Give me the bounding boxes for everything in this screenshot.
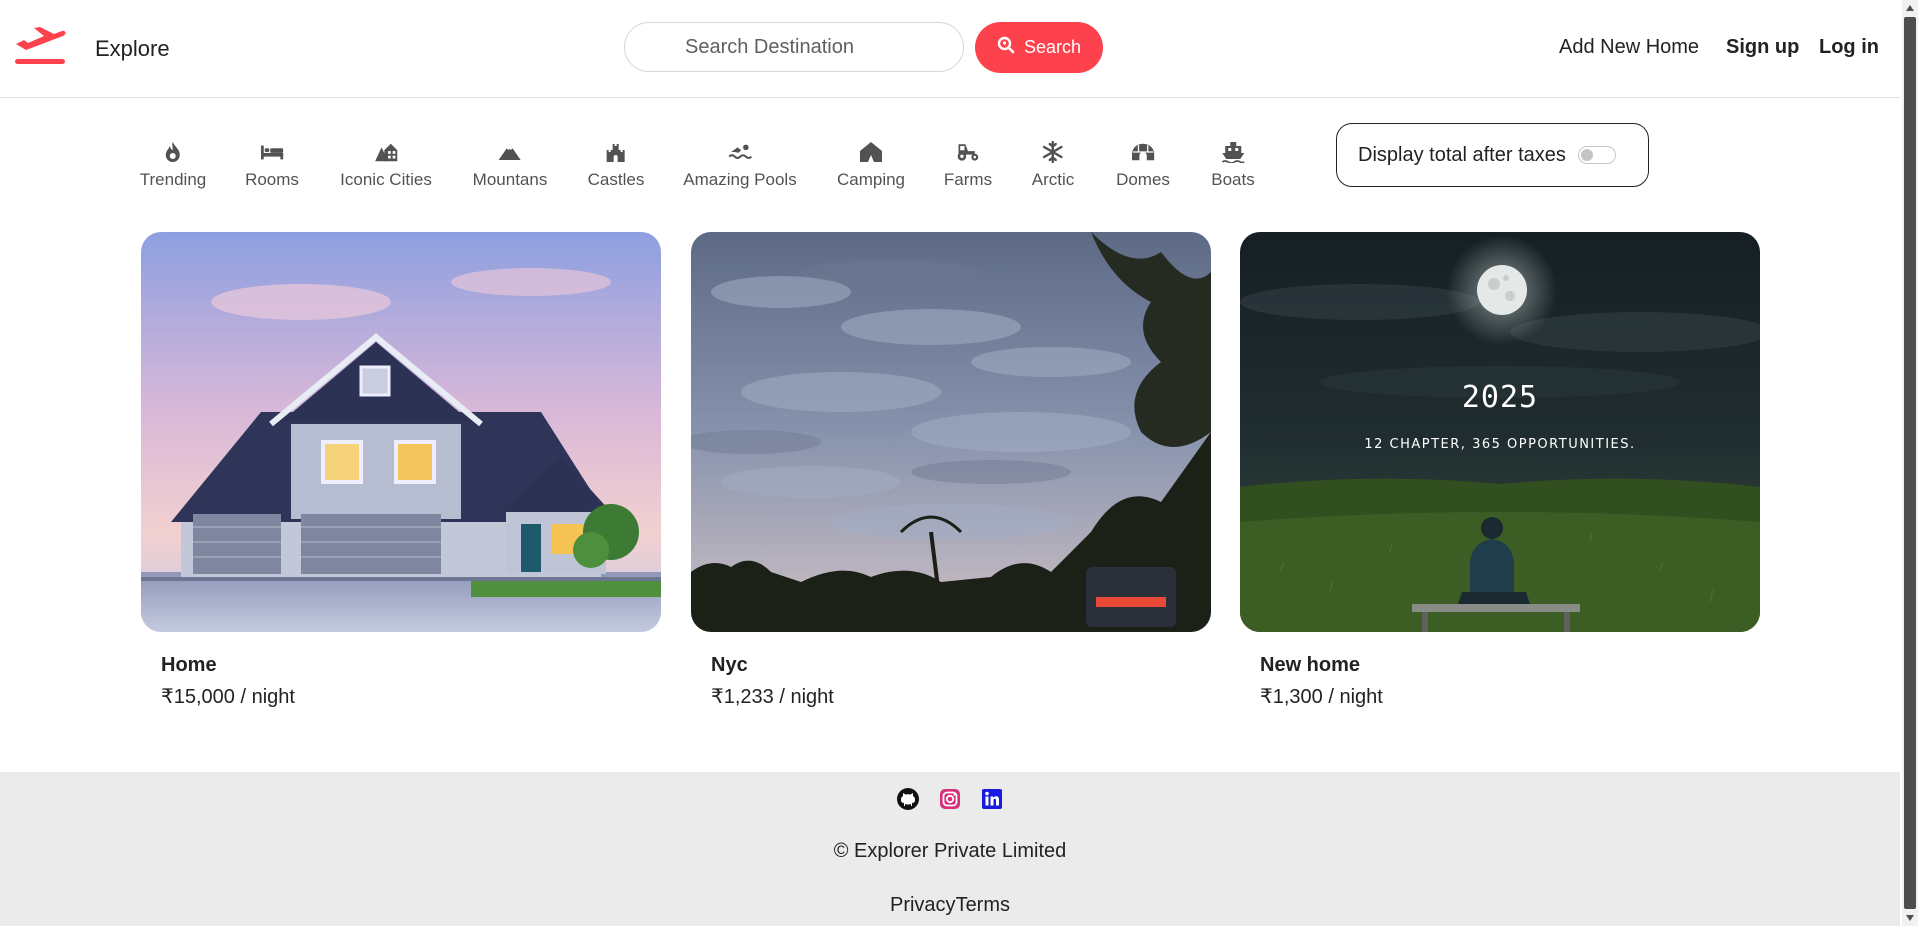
copyright-text: © Explorer Private Limited	[833, 840, 1067, 862]
bed-icon	[260, 140, 284, 164]
listing-title: Home	[161, 654, 217, 676]
add-new-home-link[interactable]: Add New Home	[1559, 36, 1699, 59]
page-scrollbar[interactable]	[1902, 0, 1918, 926]
fire-icon	[161, 140, 185, 164]
search-input[interactable]	[625, 34, 963, 60]
castle-icon	[604, 140, 628, 164]
github-icon[interactable]	[895, 786, 921, 812]
login-link[interactable]: Log in	[1819, 36, 1879, 59]
snowflake-icon	[1041, 140, 1065, 164]
scroll-up-arrow-icon[interactable]	[1902, 0, 1918, 16]
filter-castles[interactable]: Castles	[587, 140, 645, 190]
tractor-icon	[956, 140, 980, 164]
filter-label: Castles	[587, 170, 645, 189]
instagram-icon[interactable]	[937, 786, 963, 812]
scrollbar-thumb[interactable]	[1904, 17, 1916, 909]
tax-toggle-switch[interactable]	[1577, 146, 1616, 164]
listing-image	[141, 232, 661, 632]
swimmer-icon	[728, 140, 752, 164]
image-caption-text: 12 CHAPTER, 365 OPPORTUNITIES.	[1364, 437, 1636, 452]
filter-label: Arctic	[1031, 170, 1075, 189]
search-bar	[624, 22, 964, 72]
category-filters: Trending Rooms Iconic Cities Mountans Ca…	[0, 140, 1300, 200]
filter-boats[interactable]: Boats	[1211, 140, 1255, 190]
filter-label: Camping	[836, 170, 906, 189]
tax-toggle-label: Display total after taxes	[1358, 143, 1566, 166]
listing-price: ₹1,300 / night	[1260, 686, 1383, 708]
search-button-label: Search	[1023, 37, 1082, 57]
listing-price: ₹15,000 / night	[161, 686, 295, 708]
explore-link[interactable]: Explore	[95, 36, 170, 62]
filter-arctic[interactable]: Arctic	[1031, 140, 1075, 190]
terms-link[interactable]: Terms	[956, 894, 1010, 916]
linkedin-icon[interactable]	[979, 786, 1005, 812]
listing-image	[691, 232, 1211, 632]
signup-link[interactable]: Sign up	[1726, 36, 1799, 59]
listing-card[interactable]: 2025 12 CHAPTER, 365 OPPORTUNITIES. New …	[1240, 232, 1760, 708]
filter-iconic-cities[interactable]: Iconic Cities	[340, 140, 432, 190]
filter-label: Amazing Pools	[683, 170, 797, 189]
search-location-icon	[997, 36, 1015, 59]
mountain-icon	[498, 140, 522, 164]
listing-title: Nyc	[711, 654, 748, 676]
filter-label: Trending	[139, 170, 207, 189]
privacy-link[interactable]: Privacy	[890, 894, 956, 916]
filter-label: Mountans	[472, 170, 548, 189]
filter-amazing-pools[interactable]: Amazing Pools	[683, 140, 797, 190]
footer-links: PrivacyTerms	[0, 894, 1900, 917]
listing-image: 2025 12 CHAPTER, 365 OPPORTUNITIES.	[1240, 232, 1760, 632]
city-icon	[374, 140, 398, 164]
scroll-down-arrow-icon[interactable]	[1902, 910, 1918, 926]
filter-label: Rooms	[245, 170, 299, 189]
filter-label: Iconic Cities	[340, 170, 432, 189]
filter-label: Boats	[1211, 170, 1255, 189]
listing-card[interactable]: Nyc ₹1,233 / night	[691, 232, 1211, 708]
image-year-text: 2025	[1461, 380, 1539, 415]
igloo-icon	[1131, 140, 1155, 164]
tax-toggle-box: Display total after taxes	[1336, 123, 1649, 187]
listing-title: New home	[1260, 654, 1361, 676]
plane-logo-icon[interactable]	[14, 26, 66, 66]
boat-icon	[1221, 140, 1245, 164]
filter-rooms[interactable]: Rooms	[245, 140, 299, 190]
listing-card[interactable]: Home ₹15,000 / night	[141, 232, 661, 708]
filter-farms[interactable]: Farms	[944, 140, 992, 190]
filter-camping[interactable]: Camping	[837, 140, 905, 190]
listing-price: ₹1,233 / night	[711, 686, 834, 708]
footer: © Explorer Private Limited PrivacyTerms	[0, 772, 1900, 926]
tent-icon	[859, 140, 883, 164]
filter-mountains[interactable]: Mountans	[472, 140, 548, 190]
filter-label: Domes	[1116, 170, 1170, 189]
filter-domes[interactable]: Domes	[1116, 140, 1170, 190]
social-links	[0, 786, 1900, 812]
filter-trending[interactable]: Trending	[140, 140, 206, 190]
navbar: Explore Search Add New Home Sign up Log …	[0, 0, 1900, 98]
filter-label: Farms	[943, 170, 993, 189]
search-button[interactable]: Search	[975, 22, 1103, 73]
